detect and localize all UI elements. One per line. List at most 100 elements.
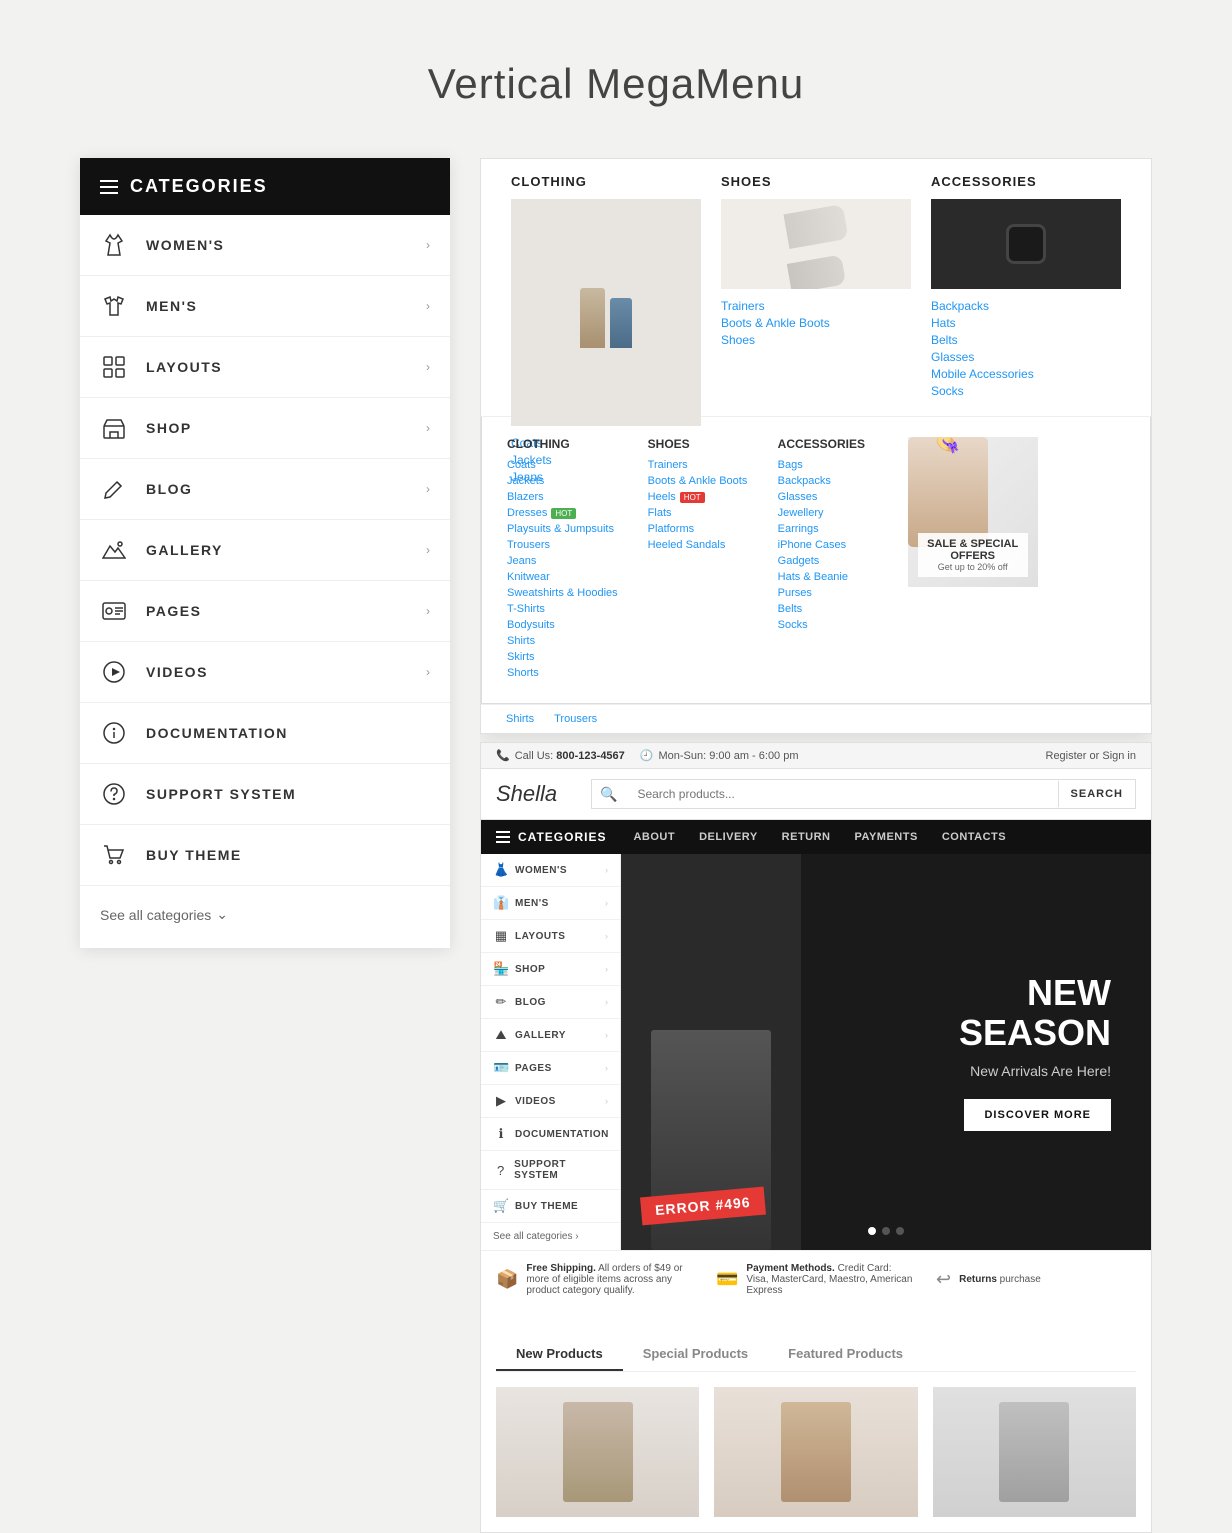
nav-link-contacts[interactable]: CONTACTS [930, 821, 1018, 853]
sidebar-item-layouts[interactable]: LAYOUTS › [80, 337, 450, 398]
mini-cart-icon: 🛒 [493, 1198, 509, 1214]
hero-dot-1[interactable] [868, 1227, 876, 1235]
id-icon [100, 597, 128, 625]
error-badge: ERROR #496 [640, 1187, 766, 1226]
mini-sidebar-item-pages[interactable]: 🪪 PAGES › [481, 1052, 620, 1085]
nav-link-delivery[interactable]: DELIVERY [687, 821, 770, 853]
dropdown-expanded: CLOTHING Coats Jackets Blazers Dresses H… [481, 417, 1151, 704]
mini-sidebar-item-support[interactable]: ? SUPPORT SYSTEM [481, 1151, 620, 1190]
mini-sidebar-footer[interactable]: See all categories › [481, 1223, 620, 1250]
time-info: 🕘 Mon-Sun: 9:00 am - 6:00 pm [640, 749, 799, 762]
hero-dot-3[interactable] [896, 1227, 904, 1235]
pencil-icon [100, 475, 128, 503]
mini-pencil-icon: ✏ [493, 994, 509, 1010]
tab-special-products[interactable]: Special Products [623, 1338, 768, 1371]
play-icon [100, 658, 128, 686]
nav-label-blog: BLOG [146, 481, 192, 497]
mini-sidebar-item-documentation[interactable]: ℹ DOCUMENTATION [481, 1118, 620, 1151]
tab-new-products[interactable]: New Products [496, 1338, 623, 1371]
nav-categories-btn[interactable]: CATEGORIES [481, 820, 621, 854]
search-icon: 🔍 [592, 786, 625, 803]
dropdown-col-accessories: ACCESSORIES Bags Backpacks Glasses Jewel… [778, 437, 878, 683]
hero-dot-2[interactable] [882, 1227, 890, 1235]
nav-label-pages: PAGES [146, 603, 201, 619]
sidebar-item-support[interactable]: SUPPORT SYSTEM [80, 764, 450, 825]
right-area: CLOTHING Coats Jackets Jeans [480, 158, 1152, 1533]
chevron-right-icon-womens: › [426, 238, 430, 252]
store-search-wrapper: 🔍 SEARCH [591, 779, 1136, 809]
sidebar-item-documentation[interactable]: DOCUMENTATION [80, 703, 450, 764]
tab-featured-products[interactable]: Featured Products [768, 1338, 923, 1371]
mini-play-icon: ▶ [493, 1093, 509, 1109]
mini-sidebar-item-womens[interactable]: 👗 WOMEN'S › [481, 854, 620, 887]
nav-link-payments[interactable]: PAYMENTS [843, 821, 930, 853]
mega-menu-cat-title-accessories: ACCESSORIES [931, 174, 1121, 189]
sidebar-item-blog[interactable]: BLOG › [80, 459, 450, 520]
mini-chevron-pages: › [605, 1063, 608, 1073]
chevron-right-icon-layouts: › [426, 360, 430, 374]
mini-sidebar-item-shop[interactable]: 🏪 SHOP › [481, 953, 620, 986]
search-button[interactable]: SEARCH [1058, 781, 1135, 807]
mini-question-icon: ? [493, 1163, 508, 1178]
shoes-image [721, 199, 911, 289]
chevron-down-icon: ⌄ [216, 906, 228, 923]
store-header: Shella 🔍 SEARCH [481, 769, 1151, 820]
info-bar: 📦 Free Shipping. All orders of $49 or mo… [481, 1250, 1151, 1308]
mini-sidebar-item-buytheme[interactable]: 🛒 BUY THEME [481, 1190, 620, 1223]
product-card-3 [933, 1387, 1136, 1517]
search-input[interactable] [625, 780, 1057, 808]
mini-dress-icon: 👗 [493, 862, 509, 878]
mini-sidebar-item-videos[interactable]: ▶ VIDEOS › [481, 1085, 620, 1118]
store-topbar: 📞 Call Us: 800-123-4567 🕘 Mon-Sun: 9:00 … [481, 743, 1151, 769]
nav-link-return[interactable]: RETURN [770, 821, 843, 853]
sidebar-item-mens[interactable]: MEN'S › [80, 276, 450, 337]
sidebar-item-videos[interactable]: VIDEOS › [80, 642, 450, 703]
nav-label-mens: MEN'S [146, 298, 197, 314]
mega-menu-top: CLOTHING Coats Jackets Jeans [481, 159, 1151, 417]
chevron-right-icon-gallery: › [426, 543, 430, 557]
store-logo: Shella [496, 781, 576, 807]
info-bar-shipping: 📦 Free Shipping. All orders of $49 or mo… [496, 1263, 696, 1296]
chevron-right-icon-videos: › [426, 665, 430, 679]
hero-model-area: ERROR #496 [621, 854, 801, 1250]
phone-icon: 📞 [496, 749, 510, 762]
grid-icon [100, 353, 128, 381]
sidebar-item-shop[interactable]: SHOP › [80, 398, 450, 459]
accessories-image [931, 199, 1121, 289]
mega-menu-cat-title-clothing: CLOTHING [511, 174, 701, 189]
main-layout: CATEGORIES WOMEN'S › [0, 158, 1232, 1533]
nav-label-videos: VIDEOS [146, 664, 208, 680]
store-nav-links: ABOUT DELIVERY RETURN PAYMENTS CONTACTS [621, 821, 1018, 853]
mega-menu-cat-title-shoes: SHOES [721, 174, 911, 189]
dropdown-col-clothing: CLOTHING Coats Jackets Blazers Dresses H… [507, 437, 618, 683]
mini-sidebar-item-mens[interactable]: 👔 MEN'S › [481, 887, 620, 920]
sidebar-item-pages[interactable]: PAGES › [80, 581, 450, 642]
store-topbar-right: Register or Sign in [1046, 750, 1137, 762]
mini-chevron-layouts: › [605, 931, 608, 941]
products-section: New Products Special Products Featured P… [481, 1323, 1151, 1532]
mini-chevron-videos: › [605, 1096, 608, 1106]
mega-menu-category-clothing: CLOTHING Coats Jackets Jeans [501, 174, 711, 401]
cart-icon [100, 841, 128, 869]
returns-icon: ↩ [936, 1269, 951, 1290]
mini-chevron-shop: › [605, 964, 608, 974]
chevron-right-icon-blog: › [426, 482, 430, 496]
sale-model-image [908, 437, 988, 547]
sidebar-item-buytheme[interactable]: BUY THEME [80, 825, 450, 886]
nav-label-buytheme: BUY THEME [146, 847, 242, 863]
see-all-categories[interactable]: See all categories ⌄ [80, 886, 450, 948]
tshirt-icon [100, 292, 128, 320]
discover-more-button[interactable]: DISCOVER MORE [964, 1099, 1111, 1131]
products-tabs: New Products Special Products Featured P… [496, 1338, 1136, 1372]
mini-chevron-womens: › [605, 865, 608, 875]
mini-chevron-gallery: › [605, 1030, 608, 1040]
nav-link-about[interactable]: ABOUT [621, 821, 687, 853]
mini-sidebar-item-blog[interactable]: ✏ BLOG › [481, 986, 620, 1019]
mini-sidebar-item-layouts[interactable]: ▦ LAYOUTS › [481, 920, 620, 953]
mini-sidebar-item-gallery[interactable]: ⛰ GALLERY › [481, 1019, 620, 1052]
call-info: 📞 Call Us: 800-123-4567 [496, 749, 625, 762]
sidebar-item-gallery[interactable]: GALLERY › [80, 520, 450, 581]
sidebar: CATEGORIES WOMEN'S › [80, 158, 450, 948]
chevron-right-icon-pages: › [426, 604, 430, 618]
sidebar-item-womens[interactable]: WOMEN'S › [80, 215, 450, 276]
